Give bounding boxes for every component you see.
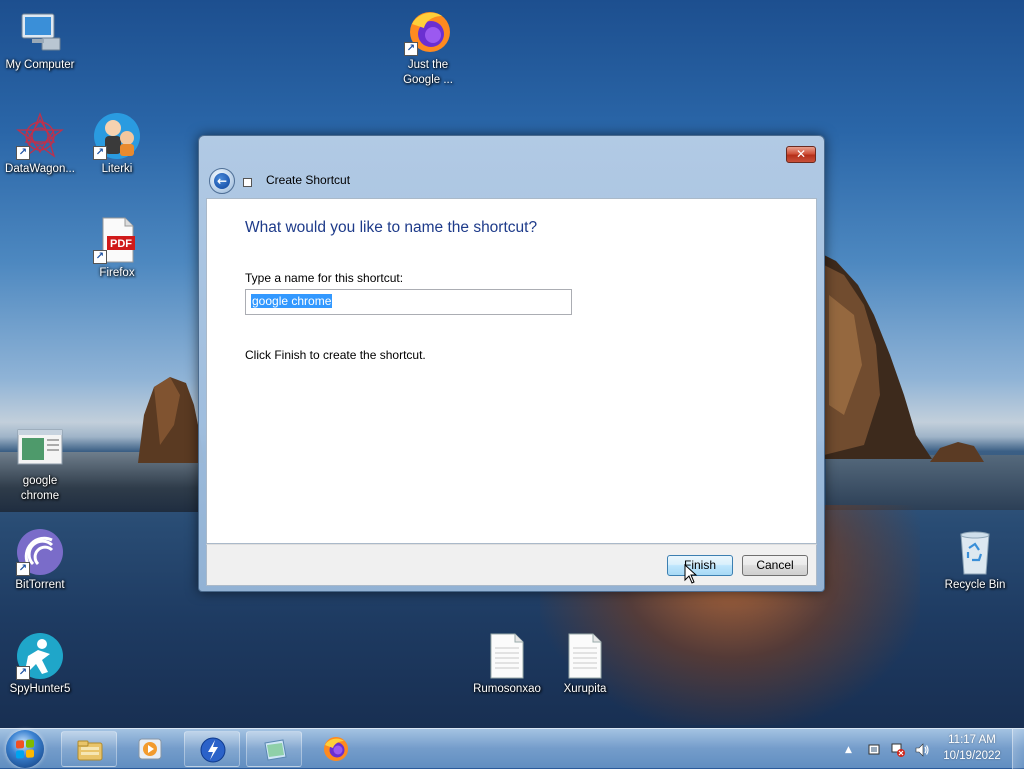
back-arrow-icon: ←: [214, 173, 230, 189]
desktop-icon-datawagon[interactable]: ↗ DataWagon...: [0, 112, 80, 177]
finish-button[interactable]: Finish: [667, 555, 733, 576]
media-player-icon: [138, 738, 162, 760]
desktop-icon-xurupita[interactable]: Xurupita: [545, 632, 625, 697]
shortcut-name-input[interactable]: google chrome: [245, 289, 572, 315]
computer-icon: [16, 8, 64, 56]
desktop-icon-label: Xurupita: [563, 683, 607, 695]
pdf-badge-text: PDF: [110, 238, 132, 250]
text-file-icon: [561, 632, 609, 680]
create-shortcut-dialog: ✕ ← Create Shortcut What would you like …: [198, 135, 825, 592]
start-button[interactable]: [6, 730, 44, 768]
rock-small: [930, 442, 984, 462]
clock-date[interactable]: 10/19/2022: [937, 750, 1007, 762]
lightning-icon: [200, 737, 226, 763]
shortcut-name-label: Type a name for this shortcut:: [245, 271, 404, 285]
desktop-icon-bittorrent[interactable]: ↗ BitTorrent: [0, 528, 80, 593]
shortcut-window-icon: [16, 424, 64, 472]
taskbar-firefox[interactable]: [308, 731, 364, 767]
desktop-icon-label: BitTorrent: [15, 579, 65, 591]
taskbar-media-player[interactable]: [122, 731, 178, 767]
desktop-icon-literki[interactable]: ↗ Literki: [77, 112, 157, 177]
taskbar: ▲ 11:17 AM 10/19/2022: [0, 728, 1024, 769]
desktop-icon-label: My Computer: [5, 59, 75, 71]
desktop-icon-label: SpyHunter5: [9, 683, 71, 695]
desktop-icon-label: google chrome: [20, 475, 60, 502]
shortcut-wizard-icon: [243, 178, 252, 187]
shortcut-arrow-icon: ↗: [16, 146, 30, 160]
taskbar-bittorrent-lightning[interactable]: [184, 731, 240, 767]
shore-right: [826, 455, 1024, 510]
clock-time[interactable]: 11:17 AM: [937, 734, 1007, 746]
firefox-icon: [324, 737, 348, 761]
desktop-icon-just-the-google[interactable]: ↗ Just the Google ...: [388, 8, 468, 88]
taskbar-windows-explorer[interactable]: [61, 731, 117, 767]
action-center-flag-icon[interactable]: [867, 743, 881, 757]
desktop-icon-label: Just the Google ...: [403, 59, 453, 86]
desktop-icon-label: Recycle Bin: [944, 579, 1006, 591]
shortcut-arrow-icon: ↗: [93, 250, 107, 264]
desktop-icon-firefox[interactable]: PDF ↗ Firefox: [77, 216, 157, 281]
wizard-content: What would you like to name the shortcut…: [206, 198, 817, 544]
text-file-icon: [483, 632, 531, 680]
close-button[interactable]: ✕: [786, 146, 816, 163]
folder-icon: [77, 740, 103, 761]
windows-logo-icon: [16, 739, 34, 759]
shortcut-arrow-icon: ↗: [93, 146, 107, 160]
notepad-icon: [264, 739, 287, 761]
bittorrent-icon: ↗: [16, 528, 64, 576]
shortcut-arrow-icon: ↗: [404, 42, 418, 56]
back-button[interactable]: ←: [209, 168, 235, 194]
system-tray: ▲ 11:17 AM 10/19/2022: [845, 729, 1024, 769]
desktop-icon-my-computer[interactable]: My Computer: [0, 8, 80, 73]
cancel-button[interactable]: Cancel: [742, 555, 808, 576]
rock-right: [824, 255, 932, 459]
desktop-icon-google-chrome[interactable]: google chrome: [0, 424, 80, 504]
desktop-icon-label: Rumosonxao: [473, 683, 541, 695]
show-desktop-button[interactable]: [1012, 729, 1024, 769]
desktop-icon-label: DataWagon...: [5, 163, 75, 175]
volume-icon[interactable]: [915, 743, 929, 757]
selected-text: google chrome: [251, 294, 333, 308]
desktop-icon-label: Firefox: [99, 267, 135, 279]
shortcut-arrow-icon: ↗: [16, 562, 30, 576]
datawagon-icon: ↗: [16, 112, 64, 160]
desktop-icon-recycle-bin[interactable]: Recycle Bin: [935, 528, 1015, 593]
dialog-title: Create Shortcut: [266, 173, 351, 187]
taskbar-notepad-editor[interactable]: [246, 731, 302, 767]
mouse-cursor-icon: [684, 564, 698, 584]
shortcut-arrow-icon: ↗: [16, 666, 30, 680]
spyhunter-icon: ↗: [16, 632, 64, 680]
desktop-icon-label: Literki: [101, 163, 133, 175]
desktop-icon-spyhunter5[interactable]: ↗ SpyHunter5: [0, 632, 80, 697]
wizard-heading: What would you like to name the shortcut…: [245, 219, 538, 236]
wizard-footer: Finish Cancel: [206, 544, 817, 586]
rock-left: [138, 377, 204, 463]
finish-instruction: Click Finish to create the shortcut.: [245, 348, 426, 362]
desktop-icon-rumosonxao[interactable]: Rumosonxao: [467, 632, 547, 697]
network-icon[interactable]: [891, 743, 905, 757]
literki-icon: ↗: [93, 112, 141, 160]
firefox-icon: ↗: [404, 8, 452, 56]
show-hidden-icons-chevron-icon[interactable]: ▲: [845, 743, 859, 757]
recycle-bin-icon: [951, 528, 999, 576]
pdf-file-icon: PDF ↗: [93, 216, 141, 264]
